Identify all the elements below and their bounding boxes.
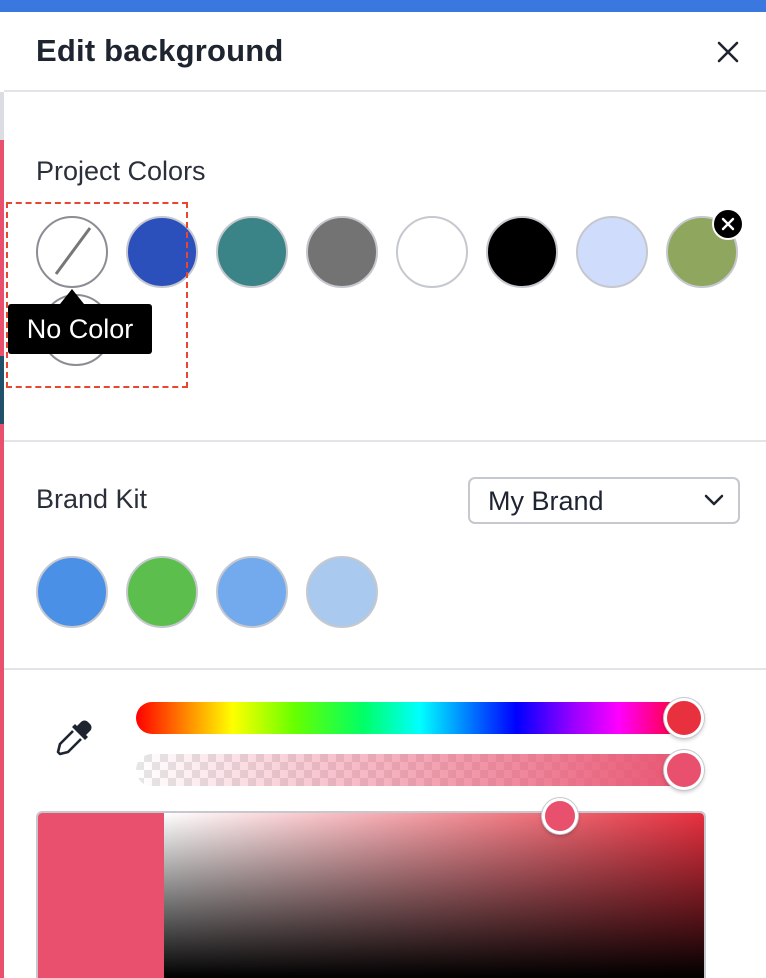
- brightness-gradient: [164, 813, 704, 978]
- opacity-slider-thumb[interactable]: [664, 750, 704, 790]
- panel-header: Edit background: [4, 12, 766, 92]
- top-accent-bar: [0, 0, 766, 12]
- project-colors-label: Project Colors: [36, 156, 206, 186]
- close-icon: [717, 41, 739, 63]
- edit-background-panel: Edit background Project Colors No Color …: [4, 12, 766, 978]
- brand-swatch-pale-blue[interactable]: [306, 556, 378, 628]
- remove-color-button[interactable]: [712, 208, 744, 240]
- hue-slider-thumb[interactable]: [664, 698, 704, 738]
- hue-slider[interactable]: [136, 702, 704, 734]
- eyedropper-icon: [56, 720, 92, 756]
- panel-title: Edit background: [36, 33, 284, 68]
- current-color-preview: [38, 813, 164, 978]
- close-icon: [721, 217, 735, 231]
- divider: [4, 668, 766, 670]
- swatch-gray[interactable]: [306, 216, 378, 288]
- opacity-slider[interactable]: [136, 754, 704, 786]
- page: Edit background Project Colors No Color …: [0, 0, 766, 978]
- brand-swatch-green[interactable]: [126, 556, 198, 628]
- close-button[interactable]: [712, 36, 744, 68]
- brand-kit-selected: My Brand: [488, 486, 604, 516]
- swatch-white[interactable]: [396, 216, 468, 288]
- brand-swatch-sky-blue[interactable]: [216, 556, 288, 628]
- swatch-black[interactable]: [486, 216, 558, 288]
- brand-kit-label: Brand Kit: [36, 484, 148, 514]
- brand-swatch-blue[interactable]: [36, 556, 108, 628]
- divider: [4, 440, 766, 442]
- saturation-brightness-thumb[interactable]: [542, 798, 578, 834]
- saturation-brightness-area[interactable]: [164, 813, 704, 978]
- swatch-light-blue[interactable]: [576, 216, 648, 288]
- swatch-teal[interactable]: [216, 216, 288, 288]
- chevron-down-icon: [704, 494, 724, 506]
- eyedropper-button[interactable]: [52, 716, 96, 760]
- highlight-box: [6, 202, 188, 388]
- brand-kit-select[interactable]: My Brand: [468, 477, 740, 524]
